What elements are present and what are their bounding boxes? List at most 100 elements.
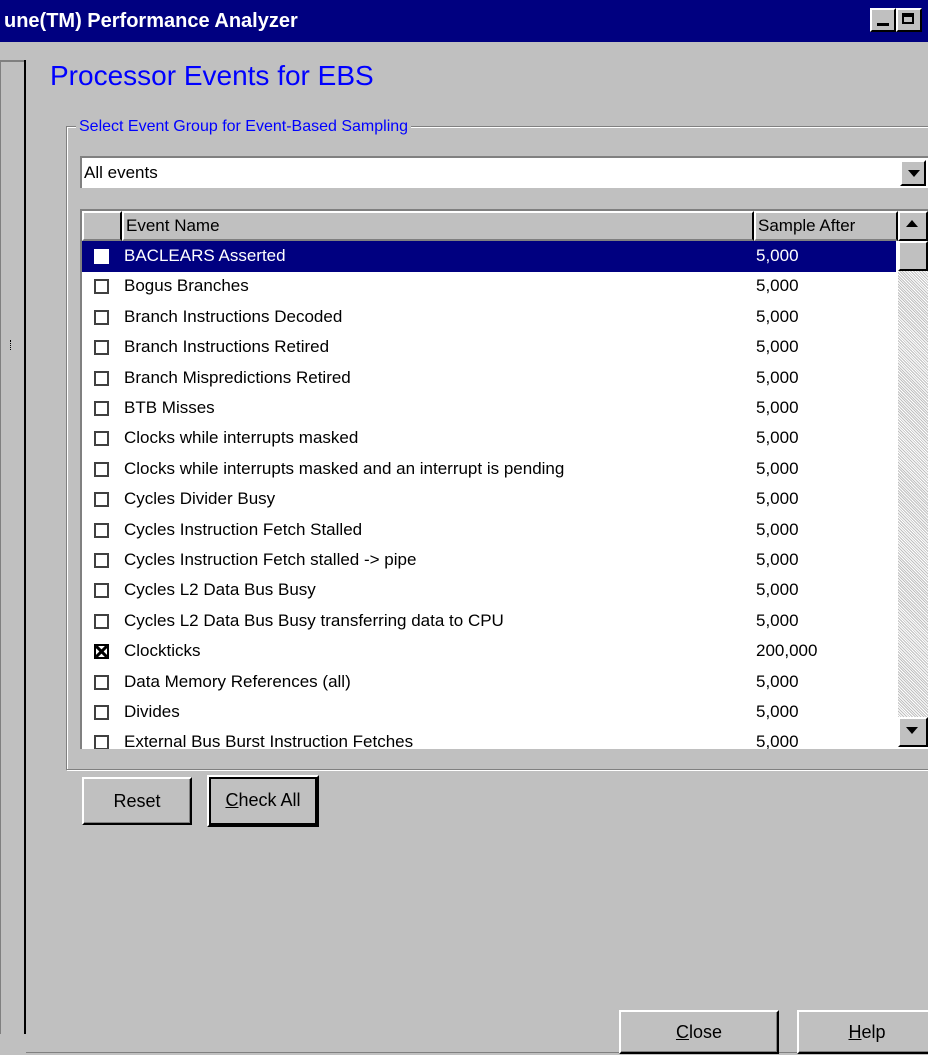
- checkbox-checked[interactable]: [94, 644, 109, 660]
- accelerator-key: C: [675, 1022, 689, 1042]
- accelerator-key: C: [225, 790, 239, 810]
- sample-after-value: 5,000: [756, 337, 799, 357]
- checkbox[interactable]: [94, 613, 109, 629]
- event-name: Divides: [124, 702, 180, 721]
- maximize-button[interactable]: [896, 8, 922, 32]
- sample-after-value: 5,000: [756, 671, 799, 691]
- column-header-event-name[interactable]: Event Name: [122, 211, 754, 241]
- table-row[interactable]: Cycles Instruction Fetch Stalled 5,000: [82, 515, 896, 546]
- reset-button[interactable]: Reset: [82, 777, 192, 825]
- checkbox[interactable]: [94, 401, 109, 416]
- sample-after-value: 5,000: [756, 246, 799, 265]
- sample-after-value: 5,000: [756, 367, 799, 387]
- table-row[interactable]: Data Memory References (all) 5,000: [82, 667, 896, 698]
- column-header-sample-after[interactable]: Sample After: [754, 211, 898, 241]
- help-button[interactable]: Help: [797, 1010, 928, 1054]
- dialog-window: Processor Events for EBS Select Event Gr…: [0, 42, 928, 1055]
- event-name: BACLEARS Asserted: [124, 246, 286, 265]
- table-row[interactable]: Clocks while interrupts masked and an in…: [82, 454, 896, 485]
- checkbox[interactable]: [94, 461, 109, 477]
- button-label: heck All: [238, 790, 301, 810]
- checkbox[interactable]: [94, 309, 109, 325]
- table-header: Event Name Sample After: [82, 211, 898, 241]
- table-row[interactable]: Branch Instructions Retired 5,000: [82, 332, 896, 363]
- event-name: BTB Misses: [124, 398, 215, 417]
- table-row[interactable]: Cycles Divider Busy 5,000: [82, 484, 896, 515]
- event-name: Clockticks: [124, 641, 201, 661]
- page-title: Processor Events for EBS: [50, 60, 374, 91]
- event-name: Clocks while interrupts masked: [124, 428, 359, 448]
- checkbox[interactable]: [94, 705, 109, 720]
- event-name: Branch Mispredictions Retired: [124, 367, 351, 387]
- table-row[interactable]: Cycles L2 Data Bus Busy transferring dat…: [82, 606, 896, 637]
- sample-after-value: 5,000: [756, 732, 799, 749]
- sample-after-value: 5,000: [756, 610, 799, 630]
- sample-after-value: 5,000: [756, 489, 799, 509]
- event-group-select[interactable]: All events: [80, 156, 928, 188]
- checkbox[interactable]: [94, 492, 109, 508]
- sample-after-value: 5,000: [756, 580, 799, 600]
- checkbox[interactable]: [94, 674, 109, 690]
- dropdown-button[interactable]: [900, 160, 926, 186]
- button-label: lose: [688, 1022, 723, 1042]
- sample-after-value: 5,000: [756, 458, 799, 478]
- checkbox[interactable]: [94, 340, 109, 356]
- sample-after-value: 5,000: [756, 306, 799, 326]
- event-name: Branch Instructions Retired: [124, 337, 330, 357]
- table-row[interactable]: Branch Instructions Decoded 5,000: [82, 302, 896, 333]
- checkbox[interactable]: [94, 279, 109, 295]
- splitter-grip-icon[interactable]: [10, 340, 14, 350]
- checkbox[interactable]: [94, 370, 109, 386]
- event-group-value: All events: [84, 163, 158, 182]
- event-name: Cycles Instruction Fetch Stalled: [124, 519, 363, 539]
- checkbox[interactable]: [94, 522, 109, 538]
- event-name: Data Memory References (all): [124, 671, 351, 691]
- minimize-button[interactable]: [870, 8, 896, 32]
- checkbox[interactable]: [94, 249, 109, 264]
- divider: [26, 1052, 928, 1053]
- sample-after-value: 200,000: [756, 641, 818, 661]
- event-name: External Bus Burst Instruction Fetches: [124, 732, 414, 749]
- sample-after-value: 5,000: [756, 519, 799, 539]
- table-row[interactable]: Clockticks 200,000: [82, 636, 896, 667]
- vertical-scrollbar[interactable]: [898, 211, 928, 747]
- table-row[interactable]: Clocks while interrupts masked 5,000: [82, 423, 896, 454]
- arrow-up-icon: [906, 220, 918, 227]
- accelerator-key: H: [848, 1022, 862, 1042]
- event-name: Cycles Instruction Fetch stalled -> pipe: [124, 550, 417, 569]
- window-title: une(TM) Performance Analyzer: [4, 10, 298, 32]
- scroll-down-button[interactable]: [898, 717, 928, 747]
- table-row[interactable]: Bogus Branches 5,000: [82, 271, 896, 302]
- sample-after-value: 5,000: [756, 702, 799, 721]
- sample-after-value: 5,000: [756, 428, 799, 448]
- sample-after-value: 5,000: [756, 276, 799, 296]
- event-list[interactable]: Event Name Sample After BACLEARS Asserte…: [80, 209, 928, 749]
- table-row[interactable]: External Bus Burst Instruction Fetches 5,…: [82, 727, 896, 749]
- checkbox[interactable]: [94, 553, 109, 568]
- event-name: Cycles Divider Busy: [124, 489, 276, 509]
- column-header-check[interactable]: [82, 211, 122, 241]
- sample-after-value: 5,000: [756, 398, 799, 417]
- arrow-down-icon: [906, 727, 918, 734]
- table-row[interactable]: BACLEARS Asserted 5,000: [82, 241, 896, 272]
- scroll-up-button[interactable]: [898, 211, 928, 241]
- event-name: Branch Instructions Decoded: [124, 306, 343, 326]
- check-all-button[interactable]: Check All: [207, 775, 319, 827]
- title-bar: une(TM) Performance Analyzer: [0, 0, 928, 42]
- checkbox[interactable]: [94, 735, 109, 749]
- table-row[interactable]: Branch Mispredictions Retired 5,000: [82, 363, 896, 394]
- table-row[interactable]: Cycles L2 Data Bus Busy 5,000: [82, 575, 896, 606]
- event-name: Bogus Branches: [124, 276, 249, 296]
- scroll-thumb[interactable]: [898, 241, 928, 271]
- table-row[interactable]: Cycles Instruction Fetch stalled -> pipe…: [82, 545, 896, 576]
- chevron-down-icon: [908, 170, 920, 177]
- left-pane: [0, 60, 26, 1034]
- table-row[interactable]: Divides 5,000: [82, 697, 896, 728]
- checkbox[interactable]: [94, 583, 109, 599]
- button-label: elp: [861, 1022, 886, 1042]
- close-button[interactable]: Close: [619, 1010, 779, 1054]
- table-row[interactable]: BTB Misses 5,000: [82, 393, 896, 424]
- sample-after-value: 5,000: [756, 550, 799, 569]
- checkbox[interactable]: [94, 431, 109, 447]
- event-name: Cycles L2 Data Bus Busy: [124, 580, 316, 600]
